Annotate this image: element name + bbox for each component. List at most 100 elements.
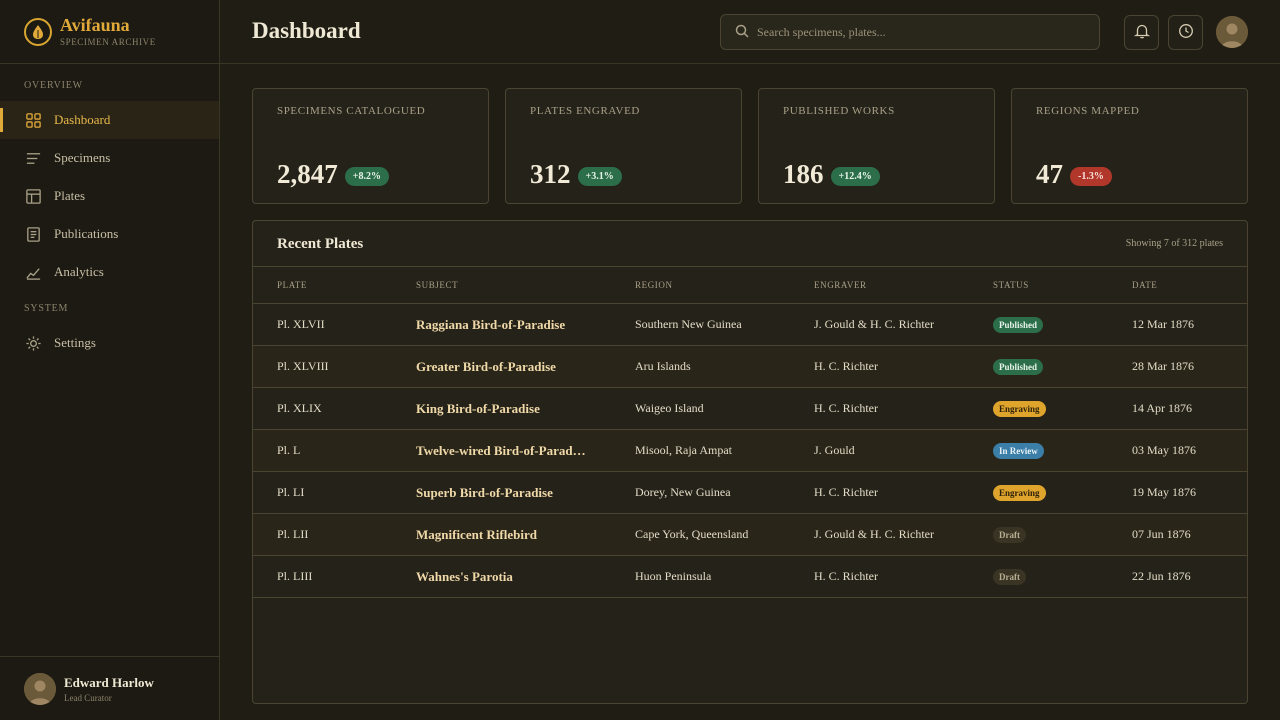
table-row[interactable]: Pl. L Twelve-wired Bird-of-Parad… Misool… <box>253 430 1247 472</box>
sidebar-item-label: Specimens <box>54 150 111 165</box>
cell-plate: Pl. LIII <box>277 569 313 583</box>
stat-label: PUBLISHED WORKS <box>783 105 895 117</box>
stat-card-specimens: SPECIMENS CATALOGUED 2,847 +8.2% <box>252 88 489 204</box>
cell-region: Waigeo Island <box>635 401 704 415</box>
brand[interactable]: Avifauna SPECIMEN ARCHIVE <box>0 0 219 64</box>
table-row[interactable]: Pl. LIII Wahnes's Parotia Huon Peninsula… <box>253 556 1247 598</box>
sidebar-item-label: Dashboard <box>54 112 111 127</box>
user-profile[interactable]: Edward Harlow Lead Curator <box>0 656 219 720</box>
nav-section-system: SYSTEM <box>24 303 69 314</box>
cell-date: 19 May 1876 <box>1132 485 1196 499</box>
cell-plate: Pl. XLIX <box>277 401 322 415</box>
sidebar-item-label: Plates <box>54 188 86 203</box>
cell-region: Cape York, Queensland <box>635 527 749 541</box>
cell-date: 14 Apr 1876 <box>1132 401 1192 415</box>
sidebar-item-dashboard[interactable]: Dashboard <box>0 101 219 139</box>
cell-region: Southern New Guinea <box>635 317 742 331</box>
stat-label: REGIONS MAPPED <box>1036 105 1140 117</box>
sidebar-item-label: Publications <box>54 226 119 241</box>
cell-engraver: H. C. Richter <box>814 359 878 373</box>
panel-title: Recent Plates <box>277 236 364 252</box>
gear-icon <box>24 334 42 352</box>
stat-card-plates: PLATES ENGRAVED 312 +3.1% <box>505 88 742 204</box>
cell-engraver: J. Gould & H. C. Richter <box>814 317 934 331</box>
nav-section-overview: OVERVIEW <box>24 80 83 91</box>
cell-date: 22 Jun 1876 <box>1132 569 1191 583</box>
cell-plate: Pl. LI <box>277 485 305 499</box>
cell-plate: Pl. LII <box>277 527 309 541</box>
sidebar-item-label: Analytics <box>54 264 104 279</box>
table-body: Pl. XLVII Raggiana Bird-of-Paradise Sout… <box>253 304 1247 598</box>
chart-line-icon <box>24 263 42 281</box>
column-header-plate[interactable]: PLATE <box>277 280 307 290</box>
stat-card-publications: PUBLISHED WORKS 186 +12.4% <box>758 88 995 204</box>
cell-date: 07 Jun 1876 <box>1132 527 1191 541</box>
trend-badge: +8.2% <box>344 167 389 186</box>
search-box[interactable] <box>720 14 1100 50</box>
cell-subject[interactable]: Wahnes's Parotia <box>416 569 513 585</box>
sidebar: Avifauna SPECIMEN ARCHIVE OVERVIEW Dashb… <box>0 0 220 720</box>
cell-date: 28 Mar 1876 <box>1132 359 1194 373</box>
table-row[interactable]: Pl. LII Magnificent Riflebird Cape York,… <box>253 514 1247 556</box>
user-name: Edward Harlow <box>64 674 154 690</box>
stat-label: SPECIMENS CATALOGUED <box>277 105 426 117</box>
column-header-region[interactable]: REGION <box>635 280 673 290</box>
search-icon <box>735 23 749 42</box>
cell-subject[interactable]: Greater Bird-of-Paradise <box>416 359 556 375</box>
list-icon <box>24 149 42 167</box>
cell-region: Huon Peninsula <box>635 569 712 583</box>
cell-engraver: H. C. Richter <box>814 485 878 499</box>
cell-subject[interactable]: Twelve-wired Bird-of-Parad… <box>416 443 586 459</box>
cell-region: Dorey, New Guinea <box>635 485 731 499</box>
cell-subject[interactable]: Magnificent Riflebird <box>416 527 537 543</box>
status-badge: Engraving <box>993 485 1046 501</box>
status-badge: Published <box>993 317 1044 333</box>
sidebar-item-analytics[interactable]: Analytics <box>0 253 219 291</box>
table-row[interactable]: Pl. LI Superb Bird-of-Paradise Dorey, Ne… <box>253 472 1247 514</box>
cell-date: 12 Mar 1876 <box>1132 317 1194 331</box>
cell-subject[interactable]: King Bird-of-Paradise <box>416 401 540 417</box>
column-header-date[interactable]: DATE <box>1132 280 1157 290</box>
column-header-engraver[interactable]: ENGRAVER <box>814 280 867 290</box>
status-badge: In Review <box>993 443 1044 459</box>
sidebar-item-publications[interactable]: Publications <box>0 215 219 253</box>
column-header-status[interactable]: STATUS <box>993 280 1029 290</box>
status-badge: Draft <box>993 569 1026 585</box>
stat-label: PLATES ENGRAVED <box>530 105 640 117</box>
trend-badge: +12.4% <box>830 167 880 186</box>
avatar <box>24 672 56 705</box>
stat-value: 47 <box>1036 159 1063 189</box>
table-row[interactable]: Pl. XLVII Raggiana Bird-of-Paradise Sout… <box>253 304 1247 346</box>
panel-header: Recent Plates Showing 7 of 312 plates <box>253 221 1247 267</box>
cell-engraver: J. Gould & H. C. Richter <box>814 527 934 541</box>
cell-engraver: H. C. Richter <box>814 569 878 583</box>
cell-region: Misool, Raja Ampat <box>635 443 732 457</box>
page-title: Dashboard <box>252 18 361 43</box>
search-input[interactable] <box>757 24 1077 40</box>
cell-subject[interactable]: Superb Bird-of-Paradise <box>416 485 553 501</box>
stat-value: 186 <box>783 159 824 189</box>
notifications-button[interactable] <box>1124 15 1159 50</box>
table-row[interactable]: Pl. XLIX King Bird-of-Paradise Waigeo Is… <box>253 388 1247 430</box>
account-avatar[interactable] <box>1216 16 1248 48</box>
table-row[interactable]: Pl. XLVIII Greater Bird-of-Paradise Aru … <box>253 346 1247 388</box>
status-badge: Draft <box>993 527 1026 543</box>
cell-subject[interactable]: Raggiana Bird-of-Paradise <box>416 317 565 333</box>
sidebar-item-settings[interactable]: Settings <box>0 324 219 362</box>
history-button[interactable] <box>1168 15 1203 50</box>
top-header: Dashboard <box>220 0 1280 64</box>
grid-icon <box>24 111 42 129</box>
sidebar-item-plates[interactable]: Plates <box>0 177 219 215</box>
status-badge: Engraving <box>993 401 1046 417</box>
stat-value: 312 <box>530 159 571 189</box>
column-header-subject[interactable]: SUBJECT <box>416 280 458 290</box>
feather-logo-icon <box>24 17 52 46</box>
cell-date: 03 May 1876 <box>1132 443 1196 457</box>
sidebar-item-specimens[interactable]: Specimens <box>0 139 219 177</box>
document-icon <box>24 225 42 243</box>
row-count: Showing 7 of 312 plates <box>1125 238 1223 249</box>
trend-badge: -1.3% <box>1070 167 1112 186</box>
trend-badge: +3.1% <box>577 167 622 186</box>
cell-plate: Pl. XLVIII <box>277 359 329 373</box>
cell-region: Aru Islands <box>635 359 691 373</box>
